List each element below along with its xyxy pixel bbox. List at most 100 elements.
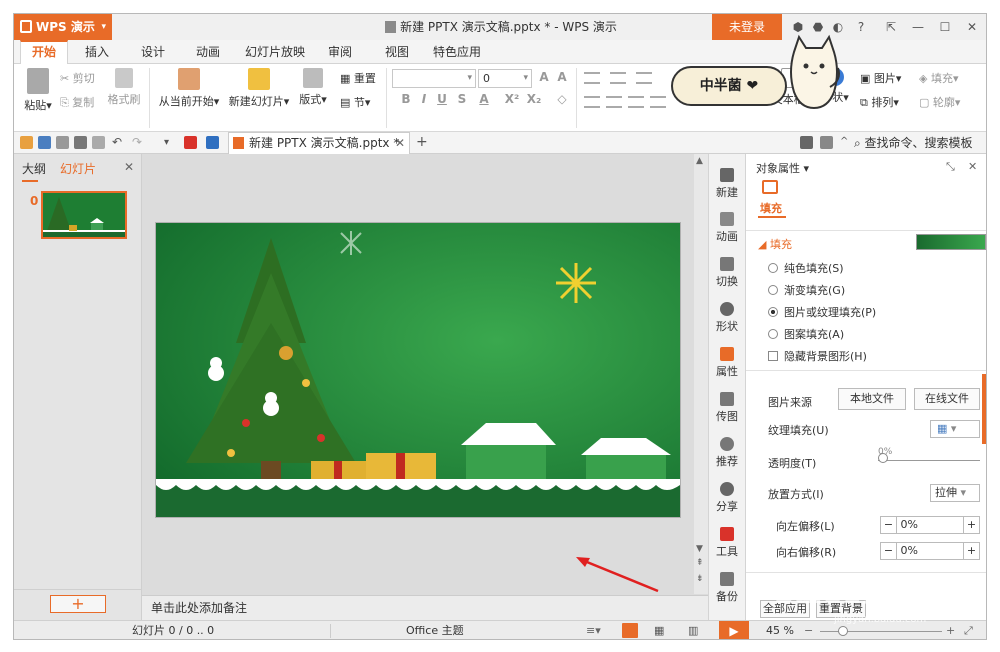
outline-button[interactable]: ▢ 轮廓▾: [919, 94, 960, 110]
zoom-in-icon[interactable]: +: [946, 621, 955, 639]
screen-icon[interactable]: [800, 136, 813, 149]
slide-canvas[interactable]: [155, 222, 681, 518]
shadow-icon[interactable]: S: [454, 91, 470, 107]
redo-icon[interactable]: ↷: [132, 136, 145, 149]
undo-icon[interactable]: ↶: [112, 136, 125, 149]
panel-collapse-handle[interactable]: [982, 374, 986, 444]
tab-fill[interactable]: 填充: [760, 200, 782, 216]
hide-background-checkbox[interactable]: 隐藏背景图形(H): [768, 348, 867, 364]
print-preview-icon[interactable]: [92, 136, 105, 149]
sidebar-item-shape[interactable]: 形状: [709, 302, 745, 334]
sidebar-item-backup[interactable]: 备份: [709, 572, 745, 604]
tab-animation[interactable]: 动画: [187, 40, 229, 64]
tab-design[interactable]: 设计: [132, 40, 174, 64]
layout-button[interactable]: 版式▾: [296, 68, 330, 107]
new-tab-icon[interactable]: +: [416, 135, 429, 149]
pin-icon[interactable]: ⤡: [946, 160, 955, 174]
notes-pane[interactable]: 单击此处添加备注: [142, 595, 708, 620]
align-left-icon[interactable]: [584, 96, 600, 108]
local-file-button[interactable]: 本地文件: [838, 388, 906, 410]
fill-option-pattern[interactable]: 图案填充(A): [768, 326, 844, 342]
picture-button[interactable]: ▣ 图片▾: [860, 70, 901, 86]
close-icon[interactable]: ✕: [968, 160, 977, 173]
paste-button[interactable]: 粘贴▾: [20, 68, 56, 113]
fit-window-icon[interactable]: ⤢: [964, 621, 973, 639]
bold-icon[interactable]: B: [398, 91, 414, 107]
italic-icon[interactable]: I: [416, 91, 432, 107]
copy-button[interactable]: ⎘ 复制: [60, 94, 94, 110]
new-slide-button[interactable]: 新建幻灯片▾: [226, 68, 292, 109]
login-button[interactable]: 未登录: [712, 14, 782, 40]
fill-section-header[interactable]: ◢ 填充: [758, 236, 792, 252]
tab-slideshow[interactable]: 幻灯片放映: [240, 40, 310, 64]
font-color-icon[interactable]: A: [476, 91, 492, 107]
numbered-list-icon[interactable]: [610, 72, 626, 84]
export-icon[interactable]: [56, 136, 69, 149]
tools-icon[interactable]: [820, 136, 833, 149]
sidebar-item-recommend[interactable]: 推荐: [709, 437, 745, 469]
online-file-button[interactable]: 在线文件: [914, 388, 980, 410]
underline-icon[interactable]: U: [434, 91, 450, 107]
fill-preview-swatch[interactable]: [916, 234, 986, 250]
section-button[interactable]: ▤ 节▾: [340, 94, 370, 110]
document-tab[interactable]: 新建 PPTX 演示文稿.pptx * ✕: [228, 132, 410, 154]
sidebar-item-transition[interactable]: 切换: [709, 257, 745, 289]
play-slideshow-button[interactable]: ▶: [719, 621, 749, 639]
fill-option-solid[interactable]: 纯色填充(S): [768, 260, 844, 276]
placement-select[interactable]: 拉伸 ▾: [930, 484, 980, 502]
add-slide-button[interactable]: +: [50, 595, 106, 613]
tab-special-apps[interactable]: 特色应用: [427, 40, 487, 64]
minus-icon[interactable]: −: [881, 543, 897, 559]
align-center-icon[interactable]: [606, 96, 622, 108]
vertical-scrollbar[interactable]: ▲ ▼ ⇞ ⇟: [694, 154, 708, 594]
restore-window-icon[interactable]: ⇱: [882, 18, 900, 36]
scroll-up-icon[interactable]: ▲: [696, 156, 706, 168]
sidebar-item-properties[interactable]: 属性: [709, 347, 745, 379]
arrange-button[interactable]: ⧉ 排列▾: [860, 94, 899, 110]
tab-view[interactable]: 视图: [376, 40, 418, 64]
close-icon[interactable]: ✕: [963, 18, 981, 36]
slider-thumb[interactable]: [878, 453, 888, 463]
prev-slide-icon[interactable]: ⇞: [696, 558, 706, 568]
normal-view-icon[interactable]: [622, 623, 638, 638]
offset-left-stepper[interactable]: − 0% +: [880, 516, 980, 534]
plus-icon[interactable]: +: [963, 543, 979, 559]
increase-font-icon[interactable]: A: [536, 69, 552, 85]
superscript-icon[interactable]: X²: [504, 91, 520, 107]
font-size-select[interactable]: 0: [478, 69, 532, 88]
format-painter-button[interactable]: 格式刷: [106, 68, 142, 107]
save-icon[interactable]: [38, 136, 51, 149]
reading-view-icon[interactable]: ▥: [688, 621, 698, 639]
sidebar-item-new[interactable]: 新建: [709, 168, 745, 200]
sidebar-item-share[interactable]: 分享: [709, 482, 745, 514]
wps-w-icon[interactable]: [184, 136, 197, 149]
font-name-select[interactable]: [392, 69, 476, 88]
tab-review[interactable]: 审阅: [319, 40, 361, 64]
cut-button[interactable]: ✂ 剪切: [60, 70, 95, 86]
zoom-slider-thumb[interactable]: [838, 626, 848, 636]
command-search[interactable]: ⌕ 查找命令、搜索模板: [854, 132, 973, 154]
tab-home[interactable]: 开始: [20, 40, 68, 64]
slide-sorter-icon[interactable]: ▦: [654, 621, 664, 639]
plus-icon[interactable]: +: [963, 517, 979, 533]
scroll-down-icon[interactable]: ▼: [696, 544, 706, 554]
reset-button[interactable]: ▦ 重置: [340, 70, 376, 86]
open-folder-icon[interactable]: [20, 136, 33, 149]
minimize-icon[interactable]: —: [909, 18, 927, 36]
texture-select[interactable]: ▦ ▾: [930, 420, 980, 438]
sidebar-item-upload-image[interactable]: 传图: [709, 392, 745, 424]
zoom-out-icon[interactable]: −: [804, 621, 813, 639]
justify-icon[interactable]: [650, 96, 666, 108]
indent-icon[interactable]: [636, 72, 652, 84]
expand-chevron-icon[interactable]: ^: [840, 136, 853, 149]
from-current-button[interactable]: 从当前开始▾: [154, 68, 224, 109]
tab-outline[interactable]: 大纲: [22, 160, 46, 177]
subscript-icon[interactable]: X₂: [526, 91, 542, 107]
notes-toggle-icon[interactable]: ≡▾: [586, 621, 601, 639]
bullet-list-icon[interactable]: [584, 72, 600, 84]
print-icon[interactable]: [74, 136, 87, 149]
align-right-icon[interactable]: [628, 96, 644, 108]
decrease-font-icon[interactable]: A: [554, 69, 570, 85]
next-slide-icon[interactable]: ⇟: [696, 574, 706, 584]
tab-slides[interactable]: 幻灯片: [60, 160, 96, 177]
